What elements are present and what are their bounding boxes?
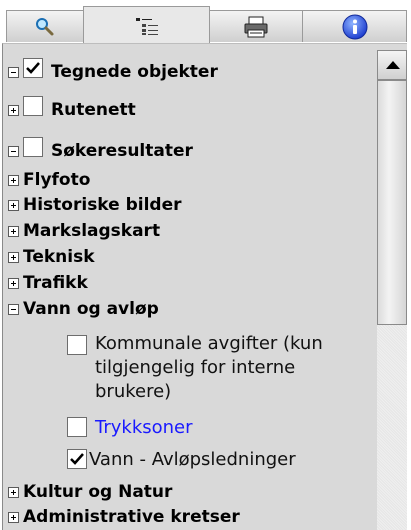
collapse-icon[interactable] (8, 146, 19, 157)
expand-icon[interactable] (8, 226, 19, 237)
tree-item-label: Flyfoto (23, 170, 91, 190)
magnifier-icon (34, 16, 56, 38)
checkbox-rutenett[interactable] (23, 96, 43, 116)
tree-item-label: Tegnede objekter (51, 62, 218, 82)
tree-item-kultur-og-natur[interactable]: Kultur og Natur (3, 480, 375, 506)
collapse-icon[interactable] (8, 304, 19, 315)
sublayer-label-line[interactable]: tilgjengelig for interne (95, 357, 295, 378)
tree-item-label: Kultur og Natur (23, 482, 173, 502)
tree-item-markslagskart[interactable]: Markslagskart (3, 219, 375, 245)
tree-item-label: Administrative kretser (23, 507, 240, 527)
sublayer-label[interactable]: Trykksoner (95, 417, 193, 438)
scroll-thumb[interactable] (377, 80, 407, 325)
tree-item-label: Vann og avløp (23, 299, 159, 319)
expand-icon[interactable] (8, 175, 19, 186)
tab-layers[interactable] (83, 6, 210, 44)
tab-info[interactable] (302, 10, 407, 42)
tab-search[interactable] (6, 10, 84, 42)
tree-item-label: Teknisk (23, 247, 95, 267)
expand-icon[interactable] (8, 278, 19, 289)
layer-tree: Tegnede objekter Rutenett Søkeresultater… (3, 44, 375, 530)
scroll-up-button[interactable] (377, 50, 407, 80)
tree-item-label: Historiske bilder (23, 195, 182, 215)
tree-item-historiske-bilder[interactable]: Historiske bilder (3, 193, 375, 219)
checkmark-icon (26, 62, 40, 74)
checkbox-tegnede-objekter[interactable] (23, 58, 43, 78)
layer-tree-icon (134, 16, 160, 36)
checkbox-trykksoner[interactable] (67, 417, 87, 437)
tree-item-label: Rutenett (51, 100, 136, 120)
expand-icon[interactable] (8, 105, 19, 116)
tree-item-tegnede-objekter[interactable]: Tegnede objekter (3, 58, 375, 86)
sublayer-label-line[interactable]: brukere) (95, 381, 171, 402)
layer-tree-panel: Tegnede objekter Rutenett Søkeresultater… (2, 43, 407, 530)
tree-item-sokeresultater[interactable]: Søkeresultater (3, 137, 375, 165)
tree-item-trafikk[interactable]: Trafikk (3, 271, 375, 297)
tree-item-label: Trafikk (23, 273, 88, 293)
tree-item-administrative-kretser[interactable]: Administrative kretser (3, 505, 375, 530)
printer-icon (243, 16, 269, 38)
sublayer-label-line[interactable]: Kommunale avgifter (kun (95, 333, 323, 354)
tree-item-label: Markslagskart (23, 221, 161, 241)
tree-item-teknisk[interactable]: Teknisk (3, 245, 375, 271)
tree-item-label: Søkeresultater (51, 141, 193, 161)
tree-item-rutenett[interactable]: Rutenett (3, 96, 375, 124)
tab-bar (0, 0, 411, 44)
checkbox-vann-avlopsledninger[interactable] (67, 449, 87, 469)
tab-print[interactable] (209, 10, 303, 42)
collapse-icon[interactable] (8, 67, 19, 78)
tree-item-vann-og-avlop[interactable]: Vann og avløp (3, 297, 375, 323)
sublayer-label[interactable]: Vann - Avløpsledninger (89, 449, 296, 470)
vertical-scrollbar[interactable] (377, 50, 407, 530)
tree-item-flyfoto[interactable]: Flyfoto (3, 168, 375, 194)
checkbox-sokeresultater[interactable] (23, 137, 43, 157)
expand-icon[interactable] (8, 252, 19, 263)
checkmark-icon (70, 453, 84, 465)
expand-icon[interactable] (8, 200, 19, 211)
expand-icon[interactable] (8, 487, 19, 498)
expand-icon[interactable] (8, 512, 19, 523)
checkbox-kommunale-avgifter[interactable] (67, 335, 87, 355)
info-icon (342, 14, 368, 40)
